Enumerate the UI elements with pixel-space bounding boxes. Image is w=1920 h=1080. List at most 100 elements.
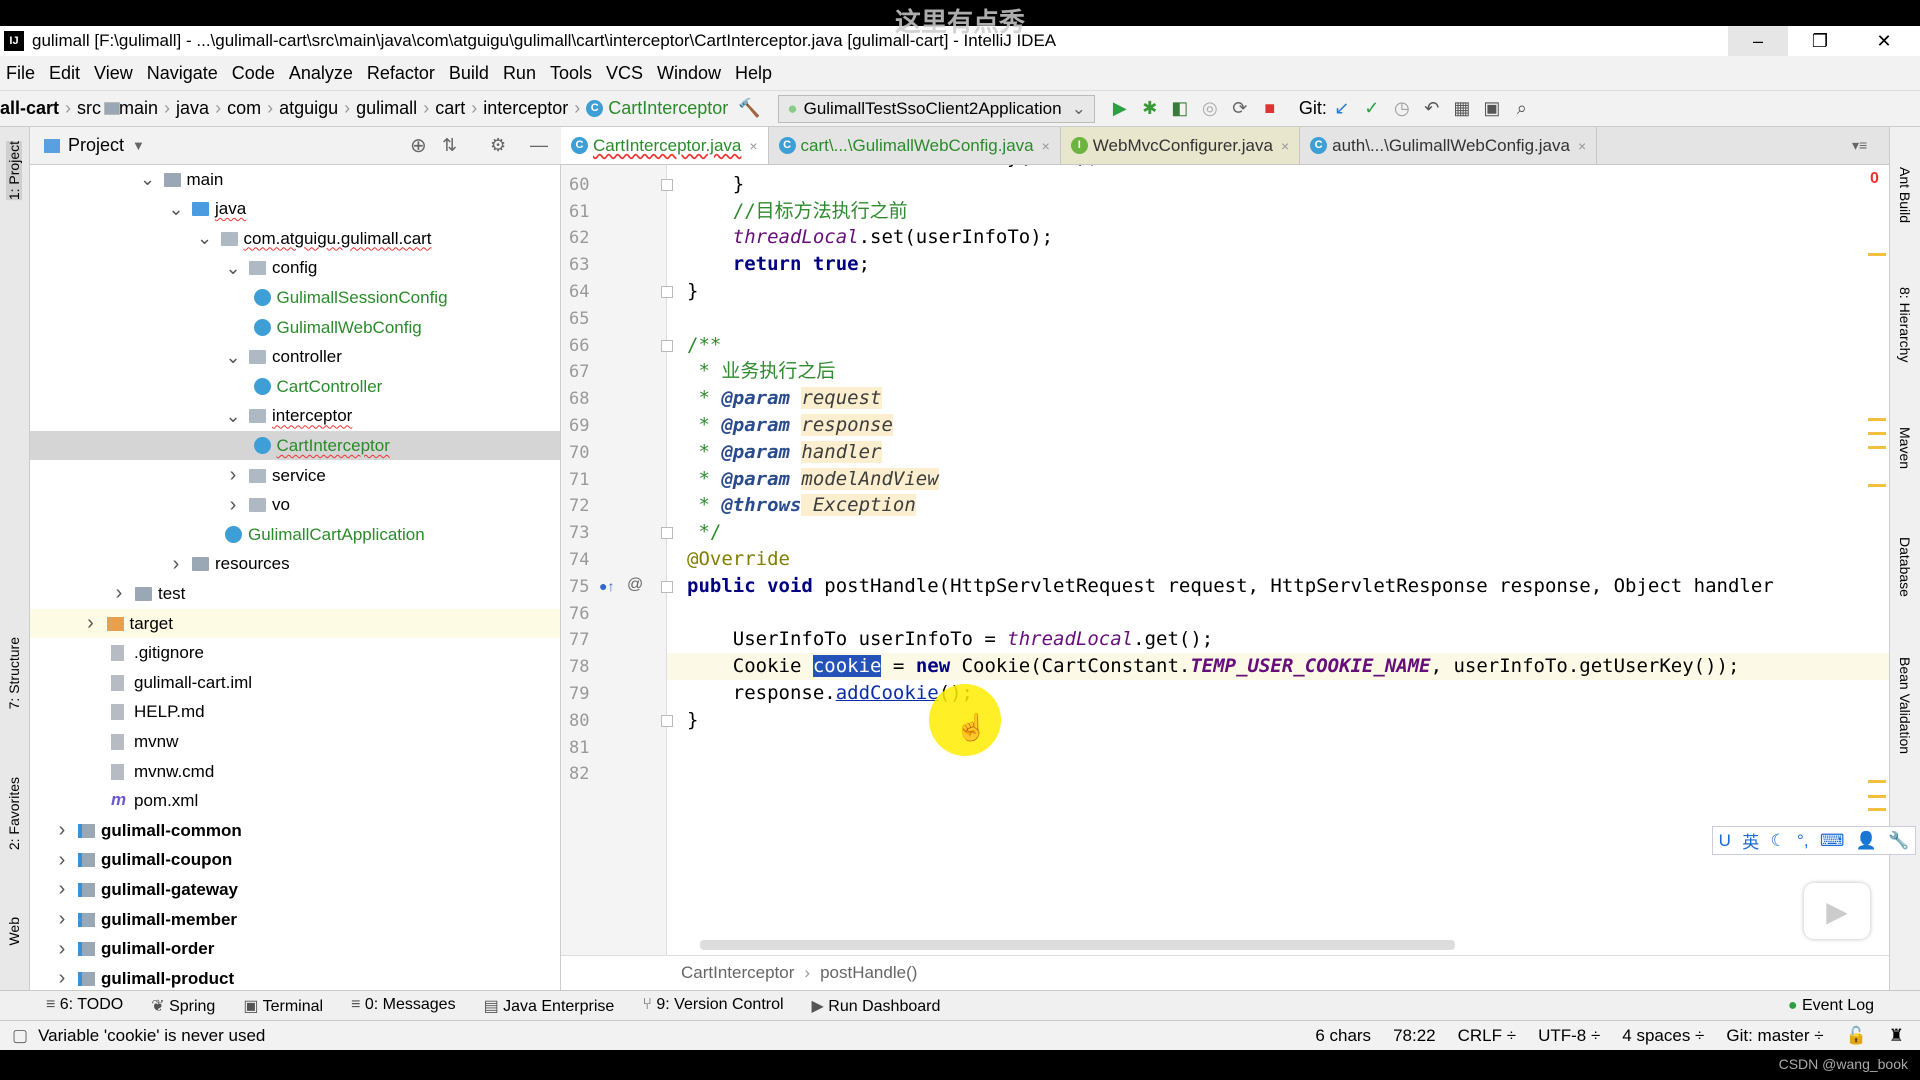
ime-item[interactable]: ⌨ [1820,831,1845,851]
tree-item[interactable]: ⌄ java [30,195,560,224]
chevron-right-icon[interactable]: › [54,819,70,842]
search-icon[interactable]: ⌕ [1507,98,1537,119]
tool-window-9-version-control[interactable]: ⑂ 9: Version Control [642,996,783,1016]
tree-item[interactable]: ⌄ config [30,254,560,283]
fold-marker-icon[interactable] [661,339,673,352]
menu-refactor[interactable]: Refactor [367,63,435,84]
chevron-right-icon[interactable]: › [225,464,241,487]
warning-marker[interactable] [1868,418,1886,421]
nav-crumb[interactable]: cart › [104,98,477,119]
warning-marker[interactable] [1868,808,1886,811]
inspector-icon[interactable]: ♜ [1889,1026,1904,1046]
lock-icon[interactable]: 🔓 [1846,1026,1867,1046]
stripe-bean-validation[interactable]: Bean Validation [1897,657,1913,754]
tree-item[interactable]: ⌄ controller [30,343,560,372]
menu-edit[interactable]: Edit [49,63,80,84]
ime-item[interactable]: U [1719,831,1731,851]
tree-item[interactable]: gulimall-cart.iml [30,668,560,697]
tool-window-6-todo[interactable]: ≡ 6: TODO [46,996,123,1016]
chevron-right-icon[interactable]: › [54,878,70,901]
stripe-favorites[interactable]: 2: Favorites [6,777,22,850]
tree-item[interactable]: › gulimall-order [30,935,560,964]
tree-item[interactable]: › test [30,579,560,608]
tab-auth-gulimallwebconfig-java[interactable]: Cauth\...\GulimallWebConfig.java × [1300,127,1598,164]
line-separator[interactable]: CRLF ÷ [1458,1026,1516,1046]
nav-crumb-current[interactable]: C CartInterceptor [586,98,728,119]
close-tab-icon[interactable]: × [1281,138,1289,154]
tree-item[interactable]: GulimallWebConfig [30,313,560,342]
chevron-down-icon[interactable]: ⌄ [140,169,156,190]
warning-marker[interactable] [1868,432,1886,435]
git-commit-icon[interactable]: ✓ [1357,98,1387,119]
stripe-project[interactable]: 1: Project [6,141,22,201]
tool-window-java-enterprise[interactable]: ▤ Java Enterprise [484,996,615,1016]
chevron-down-icon[interactable]: ⌄ [225,347,241,368]
history-icon[interactable]: ◷ [1387,98,1417,119]
chevron-right-icon[interactable]: › [54,908,70,931]
stripe-database[interactable]: Database [1897,537,1913,597]
indent-setting[interactable]: 4 spaces ÷ [1622,1026,1704,1046]
run-configuration-select[interactable]: ● GulimallTestSsoClient2Application ⌄ [778,94,1095,123]
chevron-right-icon[interactable]: › [54,849,70,872]
menu-build[interactable]: Build [449,63,489,84]
tree-item[interactable]: ⌄ interceptor [30,402,560,431]
rollback-icon[interactable]: ↶ [1417,98,1447,119]
stripe-hierarchy[interactable]: 8: Hierarchy [1897,287,1913,362]
git-update-icon[interactable]: ↙ [1327,98,1357,119]
annotation-marker-icon[interactable]: @ [627,576,643,594]
menu-navigate[interactable]: Navigate [147,63,218,84]
chevron-right-icon[interactable]: › [225,494,241,517]
chevron-right-icon[interactable]: › [54,967,70,990]
breadcrumb-class[interactable]: CartInterceptor [681,963,794,983]
hide-icon[interactable]: — [530,135,548,156]
close-tab-icon[interactable]: × [1578,138,1586,154]
tree-item[interactable]: ⌄ main [30,165,560,194]
stripe-web[interactable]: Web [6,917,22,946]
chevron-down-icon[interactable]: ⌄ [225,258,241,279]
chevron-down-icon[interactable]: ⌄ [168,199,184,220]
coverage-icon[interactable]: ◧ [1165,98,1195,119]
debug-icon[interactable]: ✱ [1135,98,1165,119]
update-app-icon[interactable]: ⟳ [1225,98,1255,119]
tab-cartinterceptor-java[interactable]: C CartInterceptor.java × [561,127,769,164]
chevron-down-icon[interactable]: ⌄ [225,406,241,427]
nav-crumb[interactable]: interceptor › [104,98,580,119]
ime-item[interactable]: ☾ [1770,831,1785,851]
menu-run[interactable]: Run [503,63,536,84]
menu-vcs[interactable]: VCS [606,63,643,84]
tree-item[interactable]: mvnw.cmd [30,757,560,786]
stripe-ant-build[interactable]: Ant Build [1897,167,1913,223]
nav-crumb[interactable]: gulimall › [104,98,429,119]
tree-item[interactable]: › gulimall-common [30,816,560,845]
fold-marker-icon[interactable] [661,286,673,298]
file-encoding[interactable]: UTF-8 ÷ [1538,1026,1600,1046]
tool-window-spring[interactable]: ❦ Spring [151,996,215,1016]
tab-list-icon[interactable]: ▾≡ [1852,137,1867,154]
tree-item[interactable]: › gulimall-coupon [30,846,560,875]
play-button[interactable]: ▶ [1804,883,1870,939]
chevron-down-icon[interactable]: ⌄ [197,228,213,249]
profile-icon[interactable]: ◎ [1195,98,1225,119]
warning-marker[interactable] [1868,253,1886,256]
caret-position[interactable]: 78:22 [1393,1026,1436,1046]
breadcrumb-method[interactable]: postHandle() [820,963,917,983]
menu-view[interactable]: View [94,63,133,84]
collapse-all-icon[interactable]: ⇅ [442,135,457,156]
nav-crumb[interactable]: atguigu › [104,98,350,119]
tree-item[interactable]: › gulimall-product [30,964,560,990]
tool-window-run-dashboard[interactable]: ▶ Run Dashboard [812,996,941,1016]
fold-marker-icon[interactable] [661,580,673,593]
warning-marker[interactable] [1868,446,1886,449]
fold-marker-icon[interactable] [661,527,673,540]
menu-code[interactable]: Code [232,63,275,84]
gear-icon[interactable]: ⚙ [490,135,506,156]
menu-window[interactable]: Window [657,63,721,84]
tree-item[interactable]: m pom.xml [30,787,560,816]
stripe-maven[interactable]: Maven [1897,427,1913,469]
chevron-right-icon[interactable]: › [54,938,70,961]
menu-analyze[interactable]: Analyze [289,63,353,84]
close-tab-icon[interactable]: × [749,138,757,154]
tree-item[interactable]: › resources [30,550,560,579]
tree-item[interactable]: CartController [30,372,560,401]
tree-item[interactable]: CartInterceptor [30,431,560,461]
